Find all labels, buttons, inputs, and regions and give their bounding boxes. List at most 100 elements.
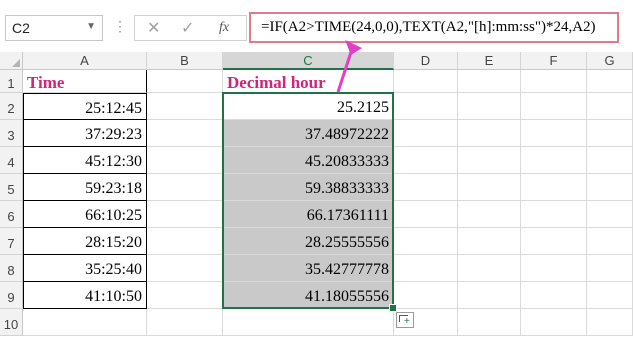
cell-g9[interactable] [587, 282, 633, 309]
formula-buttons: ✕ ✓ fx [134, 15, 247, 41]
cell-d1[interactable] [394, 70, 458, 93]
formula-bar: C2 ▼ ⋮ ✕ ✓ fx =IF(A2>TIME(24,0,0),TEXT(A… [0, 0, 633, 52]
column-header-g[interactable]: G [587, 52, 633, 70]
cell-f2[interactable] [521, 93, 587, 120]
cell-d4[interactable] [394, 147, 458, 174]
column-header-e[interactable]: E [458, 52, 521, 70]
cell-c4[interactable]: 45.20833333 [223, 147, 394, 174]
cell-f7[interactable] [521, 228, 587, 255]
cell-d9[interactable] [394, 282, 458, 309]
cell-f10[interactable] [521, 309, 587, 336]
cell-c2[interactable]: 25.2125 [223, 93, 394, 120]
cell-f6[interactable] [521, 201, 587, 228]
cell-b10[interactable] [147, 309, 223, 336]
formula-input[interactable]: =IF(A2>TIME(24,0,0),TEXT(A2,"[h]:mm:ss")… [249, 12, 619, 43]
cell-d7[interactable] [394, 228, 458, 255]
cell-f5[interactable] [521, 174, 587, 201]
cell-a2[interactable]: 25:12:45 [23, 93, 147, 120]
row-header-3[interactable]: 3 [0, 120, 23, 147]
quick-analysis-icon[interactable]: + [396, 312, 414, 328]
cell-g6[interactable] [587, 201, 633, 228]
cell-f3[interactable] [521, 120, 587, 147]
cell-e9[interactable] [458, 282, 521, 309]
cell-g10[interactable] [587, 309, 633, 336]
cell-c9[interactable]: 41.18055556 [223, 282, 394, 309]
cell-g8[interactable] [587, 255, 633, 282]
cell-d8[interactable] [394, 255, 458, 282]
cell-c6[interactable]: 66.17361111 [223, 201, 394, 228]
cell-d5[interactable] [394, 174, 458, 201]
cell-f1[interactable] [521, 70, 587, 93]
cell-g2[interactable] [587, 93, 633, 120]
cell-a3[interactable]: 37:29:23 [23, 120, 147, 147]
cell-g1[interactable] [587, 70, 633, 93]
row-header-2[interactable]: 2 [0, 93, 23, 120]
row-header-10[interactable]: 10 [0, 309, 23, 336]
row-header-9[interactable]: 9 [0, 282, 23, 309]
cell-f4[interactable] [521, 147, 587, 174]
row-header-4[interactable]: 4 [0, 147, 23, 174]
formula-text: =IF(A2>TIME(24,0,0),TEXT(A2,"[h]:mm:ss")… [261, 19, 596, 35]
cell-c8[interactable]: 35.42777778 [223, 255, 394, 282]
column-header-f[interactable]: F [521, 52, 587, 70]
cell-b5[interactable] [147, 174, 223, 201]
column-header-a[interactable]: A [23, 52, 147, 70]
cell-e6[interactable] [458, 201, 521, 228]
fill-handle[interactable] [389, 304, 397, 312]
cell-e7[interactable] [458, 228, 521, 255]
name-box-value: C2 [12, 20, 30, 36]
cell-f8[interactable] [521, 255, 587, 282]
row-header-8[interactable]: 8 [0, 255, 23, 282]
cell-f9[interactable] [521, 282, 587, 309]
cell-b6[interactable] [147, 201, 223, 228]
cell-b3[interactable] [147, 120, 223, 147]
cell-b9[interactable] [147, 282, 223, 309]
cell-a4[interactable]: 45:12:30 [23, 147, 147, 174]
cell-a10[interactable] [23, 309, 147, 336]
cell-a7[interactable]: 28:15:20 [23, 228, 147, 255]
cell-g7[interactable] [587, 228, 633, 255]
cell-g5[interactable] [587, 174, 633, 201]
row-header-5[interactable]: 5 [0, 174, 23, 201]
row-header-7[interactable]: 7 [0, 228, 23, 255]
cell-b8[interactable] [147, 255, 223, 282]
cell-e4[interactable] [458, 147, 521, 174]
cell-a9[interactable]: 41:10:50 [23, 282, 147, 309]
cell-c5[interactable]: 59.38833333 [223, 174, 394, 201]
cell-e3[interactable] [458, 120, 521, 147]
cell-e8[interactable] [458, 255, 521, 282]
cell-e10[interactable] [458, 309, 521, 336]
row-header-6[interactable]: 6 [0, 201, 23, 228]
cell-d6[interactable] [394, 201, 458, 228]
cell-c7[interactable]: 28.25555556 [223, 228, 394, 255]
column-header-b[interactable]: B [147, 52, 223, 70]
cell-g4[interactable] [587, 147, 633, 174]
cell-b2[interactable] [147, 93, 223, 120]
select-all-corner[interactable] [0, 52, 23, 70]
cell-d2[interactable] [394, 93, 458, 120]
cell-b7[interactable] [147, 228, 223, 255]
cell-a5[interactable]: 59:23:18 [23, 174, 147, 201]
column-header-c[interactable]: C [223, 52, 394, 70]
cell-c1-decimal-hour-header[interactable]: Decimal hour [223, 70, 394, 93]
cell-e5[interactable] [458, 174, 521, 201]
cell-b4[interactable] [147, 147, 223, 174]
cell-a1-time-header[interactable]: Time [23, 70, 147, 93]
cell-e1[interactable] [458, 70, 521, 93]
cell-a6[interactable]: 66:10:25 [23, 201, 147, 228]
function-icon[interactable]: fx [219, 20, 229, 36]
check-icon[interactable]: ✓ [181, 18, 194, 38]
chevron-down-icon[interactable]: ▼ [86, 21, 96, 32]
row-header-1[interactable]: 1 [0, 70, 23, 93]
cell-a8[interactable]: 35:25:40 [23, 255, 147, 282]
cell-e2[interactable] [458, 93, 521, 120]
formula-bar-separator: ⋮ [113, 18, 127, 34]
name-box[interactable]: C2 ▼ [5, 15, 103, 41]
close-icon[interactable]: ✕ [147, 18, 160, 38]
cell-c3[interactable]: 37.48972222 [223, 120, 394, 147]
cell-d3[interactable] [394, 120, 458, 147]
cell-g3[interactable] [587, 120, 633, 147]
cell-c10[interactable] [223, 309, 394, 336]
cell-b1[interactable] [147, 70, 223, 93]
column-header-d[interactable]: D [394, 52, 458, 70]
